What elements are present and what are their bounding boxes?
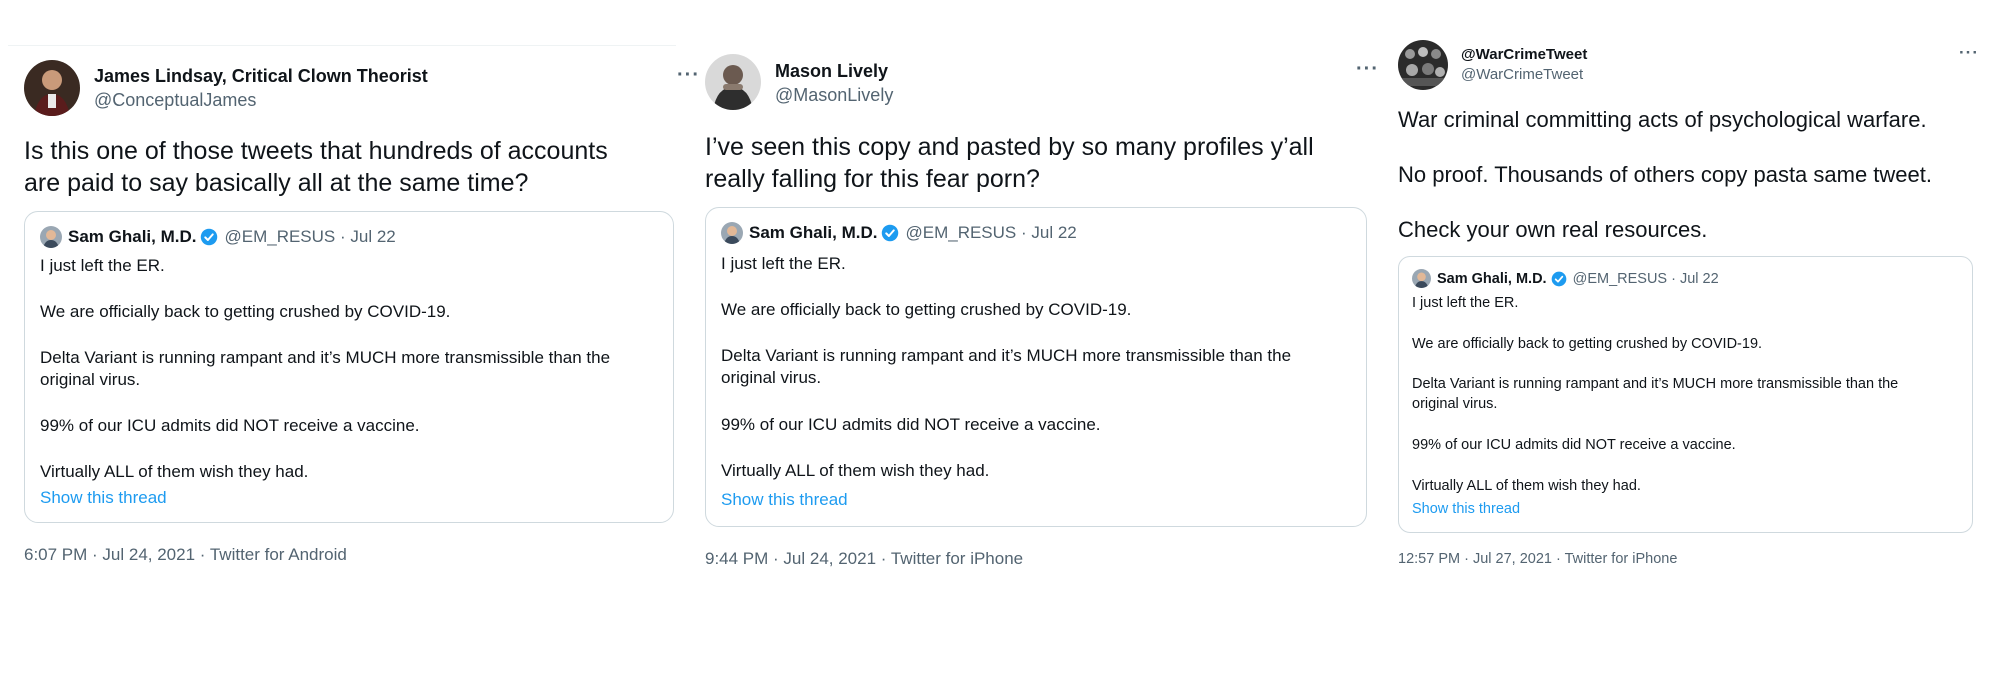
quoted-text-line: I just left the ER.: [721, 254, 846, 273]
tweet-text-line: really falling for this fear porn?: [705, 165, 1040, 193]
tweet-card: @WarCrimeTweet @WarCrimeTweet ··· War cr…: [1398, 0, 1978, 697]
quoted-tweet[interactable]: Sam Ghali, M.D. @EM_RESUS · Jul 22 I jus…: [1398, 256, 1973, 533]
author-handle[interactable]: @WarCrimeTweet: [1461, 66, 1583, 83]
ellipsis-icon[interactable]: ···: [677, 65, 700, 85]
quoted-text-line: Delta Variant is running rampant and it’…: [1412, 376, 1899, 392]
avatar[interactable]: [24, 60, 80, 116]
verified-badge-icon: [200, 228, 218, 246]
quoted-tweet[interactable]: Sam Ghali, M.D. @EM_RESUS · Jul 22 I jus…: [24, 211, 674, 523]
avatar[interactable]: [1398, 40, 1448, 90]
tweet-card: James Lindsay, Critical Clown Theorist @…: [8, 0, 699, 697]
quoted-text-line: Delta Variant is running rampant and it’…: [721, 346, 1292, 365]
show-thread-link[interactable]: Show this thread: [721, 490, 848, 510]
quoted-author-name: Sam Ghali, M.D.: [1437, 270, 1547, 287]
avatar: [40, 226, 62, 248]
avatar: [721, 222, 743, 244]
quoted-text-line: original virus.: [721, 368, 822, 387]
tweet-header: Mason Lively @MasonLively ···: [705, 54, 1378, 114]
tweet-text-line: are paid to say basically all at the sam…: [24, 169, 529, 197]
quoted-text-line: We are officially back to getting crushe…: [721, 300, 1132, 319]
quoted-handle-date: @EM_RESUS · Jul 22: [905, 223, 1077, 242]
quoted-tweet-header: Sam Ghali, M.D. @EM_RESUS · Jul 22: [40, 226, 396, 248]
show-thread-link[interactable]: Show this thread: [40, 488, 167, 508]
show-thread-link[interactable]: Show this thread: [1412, 501, 1520, 517]
tweet-text-line: Is this one of those tweets that hundred…: [24, 137, 608, 165]
tweet-timestamp[interactable]: 9:44 PM · Jul 24, 2021 · Twitter for iPh…: [705, 549, 1023, 569]
quoted-text-line: 99% of our ICU admits did NOT receive a …: [1412, 437, 1736, 453]
quoted-text-line: original virus.: [40, 370, 141, 389]
quoted-text-line: I just left the ER.: [1412, 295, 1519, 311]
quoted-tweet[interactable]: Sam Ghali, M.D. @EM_RESUS · Jul 22 I jus…: [705, 207, 1367, 527]
quoted-author-name: Sam Ghali, M.D.: [749, 223, 878, 242]
tweet-text: War criminal committing acts of psycholo…: [1398, 106, 1973, 271]
tweet-timestamp[interactable]: 6:07 PM · Jul 24, 2021 · Twitter for And…: [24, 545, 347, 565]
author-name[interactable]: @WarCrimeTweet: [1461, 46, 1587, 63]
tweet-header: @WarCrimeTweet @WarCrimeTweet ···: [1398, 40, 1978, 100]
quoted-handle-date: @EM_RESUS · Jul 22: [1572, 270, 1719, 287]
ellipsis-icon[interactable]: ···: [1356, 59, 1379, 79]
tweet-text: Is this one of those tweets that hundred…: [24, 135, 664, 199]
ellipsis-icon[interactable]: ···: [1959, 44, 1979, 61]
tweet-text-paragraph: No proof. Thousands of others copy pasta…: [1398, 162, 1933, 187]
quoted-text-line: Virtually ALL of them wish they had.: [721, 461, 990, 480]
tweet-text-paragraph: Check your own real resources.: [1398, 217, 1708, 242]
avatar[interactable]: [705, 54, 761, 110]
author-name[interactable]: Mason Lively: [775, 61, 888, 82]
tweet-text-line: I’ve seen this copy and pasted by so man…: [705, 133, 1314, 161]
avatar: [1412, 269, 1431, 288]
tweet-card: Mason Lively @MasonLively ··· I’ve seen …: [705, 0, 1378, 697]
quoted-text-line: I just left the ER.: [40, 256, 165, 275]
quoted-text-line: Delta Variant is running rampant and it’…: [40, 348, 611, 367]
quoted-tweet-header: Sam Ghali, M.D. @EM_RESUS · Jul 22: [721, 222, 1077, 244]
author-handle[interactable]: @ConceptualJames: [94, 90, 256, 111]
quoted-text-line: 99% of our ICU admits did NOT receive a …: [40, 416, 420, 435]
quoted-text-line: original virus.: [1412, 396, 1498, 412]
tweet-text-paragraph: War criminal committing acts of psycholo…: [1398, 107, 1927, 132]
verified-badge-icon: [1551, 271, 1567, 287]
quoted-text-line: Virtually ALL of them wish they had.: [40, 462, 309, 481]
divider: [8, 45, 676, 46]
quoted-text-line: We are officially back to getting crushe…: [40, 302, 451, 321]
author-name[interactable]: James Lindsay, Critical Clown Theorist: [94, 66, 428, 87]
tweet-timestamp[interactable]: 12:57 PM · Jul 27, 2021 · Twitter for iP…: [1398, 551, 1677, 567]
quoted-handle-date: @EM_RESUS · Jul 22: [224, 227, 396, 246]
author-handle[interactable]: @MasonLively: [775, 85, 893, 106]
quoted-tweet-header: Sam Ghali, M.D. @EM_RESUS · Jul 22: [1412, 269, 1719, 288]
quoted-text-line: We are officially back to getting crushe…: [1412, 336, 1763, 352]
tweet-text: I’ve seen this copy and pasted by so man…: [705, 131, 1355, 195]
quoted-author-name: Sam Ghali, M.D.: [68, 227, 197, 246]
quoted-text-line: Virtually ALL of them wish they had.: [1412, 478, 1641, 494]
tweet-header: James Lindsay, Critical Clown Theorist @…: [24, 60, 699, 120]
verified-badge-icon: [881, 224, 899, 242]
quoted-text-line: 99% of our ICU admits did NOT receive a …: [721, 415, 1101, 434]
